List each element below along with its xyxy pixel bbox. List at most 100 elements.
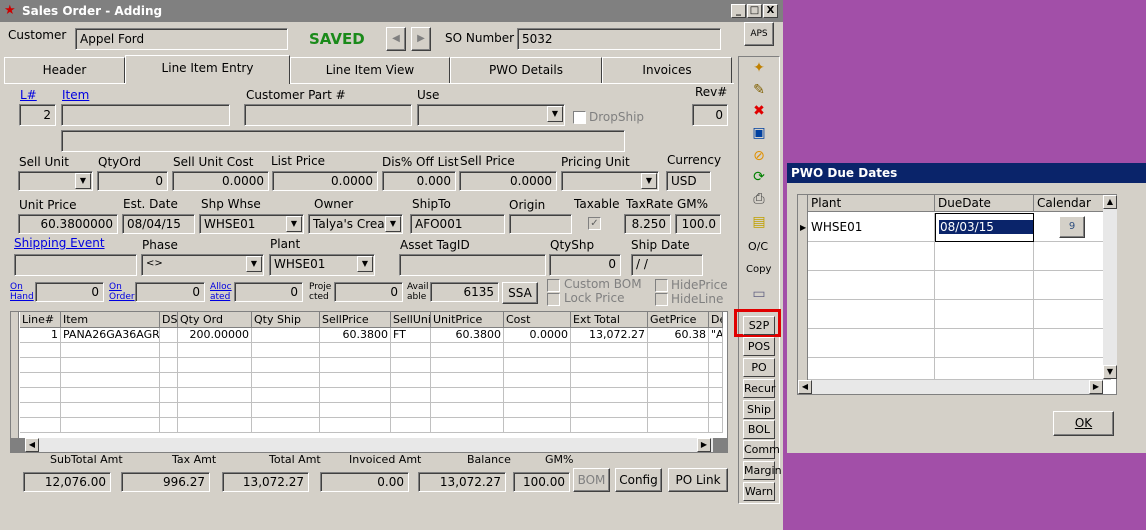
taxrate-field[interactable]: 8.250 — [624, 214, 671, 234]
empty-cell[interactable] — [709, 388, 723, 403]
origin-field[interactable] — [509, 214, 572, 234]
empty-cell[interactable] — [61, 388, 160, 403]
empty-cell[interactable] — [320, 403, 391, 418]
cell-desc[interactable]: "A — [709, 328, 723, 343]
column-header-ext-total[interactable]: Ext Total — [571, 312, 648, 328]
scrollbar-track[interactable] — [49, 438, 699, 452]
chevron-down-icon[interactable]: ▼ — [286, 216, 302, 232]
empty-cell[interactable] — [648, 403, 709, 418]
asset-tag-field[interactable] — [399, 254, 546, 276]
column-header-line-number[interactable]: Line# — [20, 312, 61, 328]
line-number-link[interactable]: L# — [20, 88, 37, 102]
unit-price-field[interactable]: 60.3800000 — [18, 214, 118, 234]
cell-get-price[interactable]: 60.38 — [648, 328, 709, 343]
empty-cell[interactable] — [709, 403, 723, 418]
tax-amt-field[interactable]: 996.27 — [121, 472, 210, 492]
po-link-button[interactable]: PO Link — [668, 468, 728, 492]
empty-cell[interactable] — [571, 418, 648, 433]
hide-price-checkbox[interactable] — [655, 279, 668, 292]
cell-ext-total[interactable]: 13,072.27 — [571, 328, 648, 343]
empty-cell[interactable] — [160, 403, 178, 418]
vertical-scrollbar-track[interactable] — [1103, 209, 1117, 365]
item-link[interactable]: Item — [62, 88, 89, 102]
edit-icon[interactable]: ✎ — [748, 80, 770, 100]
new-record-icon[interactable]: ✦ — [748, 58, 770, 78]
empty-cell[interactable] — [20, 343, 61, 358]
chevron-down-icon[interactable]: ▼ — [385, 216, 401, 232]
custom-bom-checkbox[interactable] — [547, 279, 560, 292]
empty-cell[interactable] — [178, 343, 252, 358]
empty-cell[interactable] — [391, 403, 431, 418]
oc-button[interactable]: O/C — [748, 240, 768, 253]
horizontal-scrollbar-track[interactable] — [812, 380, 1093, 394]
dropship-checkbox[interactable] — [573, 111, 586, 124]
empty-cell[interactable] — [709, 358, 723, 373]
ship-button[interactable]: Ship — [743, 400, 775, 419]
invoiced-amt-field[interactable]: 0.00 — [320, 472, 409, 492]
currency-field[interactable]: USD — [666, 171, 711, 191]
tab-line-item-view[interactable]: Line Item View — [290, 57, 450, 83]
sell-unit-select[interactable]: ▼ — [18, 171, 93, 191]
empty-cell[interactable] — [20, 358, 61, 373]
close-button[interactable]: X — [763, 4, 778, 18]
prev-record-button[interactable]: ◀ — [386, 27, 406, 51]
scroll-left-icon[interactable]: ◀ — [798, 380, 812, 394]
empty-cell[interactable] — [160, 343, 178, 358]
column-header-desc[interactable]: De — [709, 312, 723, 328]
refresh-icon[interactable]: ⟳ — [748, 167, 770, 187]
empty-cell[interactable] — [391, 418, 431, 433]
tab-invoices[interactable]: Invoices — [602, 57, 732, 83]
margin-button[interactable]: Margin — [743, 461, 782, 480]
cell-sell-price[interactable]: 60.3800 — [320, 328, 391, 343]
empty-cell[interactable] — [431, 388, 504, 403]
shipto-field[interactable]: AFO001 — [410, 214, 505, 234]
on-order-link[interactable]: On Order — [109, 282, 135, 302]
allocated-field[interactable]: 0 — [234, 282, 303, 302]
cell-cost[interactable]: 0.0000 — [504, 328, 571, 343]
qtyshp-field[interactable]: 0 — [549, 254, 621, 276]
empty-cell[interactable] — [160, 373, 178, 388]
list-price-field[interactable]: 0.0000 — [272, 171, 378, 191]
empty-cell[interactable] — [252, 388, 320, 403]
item-field[interactable] — [61, 104, 230, 126]
empty-cell[interactable] — [178, 388, 252, 403]
available-field[interactable]: 6135 — [430, 282, 499, 302]
empty-cell[interactable] — [391, 358, 431, 373]
config-button[interactable]: Config — [615, 468, 662, 492]
empty-cell[interactable] — [61, 373, 160, 388]
empty-cell[interactable] — [178, 373, 252, 388]
on-hand-link[interactable]: On Hand — [10, 282, 34, 302]
empty-cell[interactable] — [648, 373, 709, 388]
empty-cell[interactable] — [648, 418, 709, 433]
screen-icon[interactable]: ▭ — [748, 284, 770, 304]
empty-cell[interactable] — [504, 343, 571, 358]
next-record-button[interactable]: ▶ — [411, 27, 431, 51]
empty-cell[interactable] — [504, 388, 571, 403]
empty-cell[interactable] — [160, 418, 178, 433]
empty-cell[interactable] — [61, 418, 160, 433]
tab-line-item-entry[interactable]: Line Item Entry — [125, 55, 290, 84]
minimize-button[interactable]: _ — [731, 4, 746, 18]
empty-cell[interactable] — [320, 418, 391, 433]
empty-cell[interactable] — [20, 403, 61, 418]
empty-cell[interactable] — [391, 343, 431, 358]
dis-off-list-field[interactable]: 0.000 — [382, 171, 456, 191]
chevron-down-icon[interactable]: ▼ — [357, 256, 373, 272]
line-items-grid[interactable]: Line# Item DS Qty Ord Qty Ship SellPrice SellU… — [10, 311, 728, 453]
empty-cell[interactable] — [252, 373, 320, 388]
empty-cell[interactable] — [61, 343, 160, 358]
empty-cell[interactable] — [252, 358, 320, 373]
empty-cell[interactable] — [571, 388, 648, 403]
use-select[interactable]: ▼ — [417, 104, 565, 126]
empty-cell[interactable] — [709, 343, 723, 358]
ship-date-field[interactable]: / / — [631, 254, 703, 276]
empty-cell[interactable] — [571, 373, 648, 388]
empty-cell[interactable] — [20, 373, 61, 388]
due-row-calendar[interactable]: 9 — [1034, 213, 1111, 242]
save-icon[interactable]: ▣ — [748, 123, 770, 143]
subtotal-field[interactable]: 12,076.00 — [23, 472, 111, 492]
line-number-field[interactable]: 2 — [19, 104, 56, 126]
empty-cell[interactable] — [571, 403, 648, 418]
chevron-down-icon[interactable]: ▼ — [547, 106, 563, 122]
column-header-qty-ord[interactable]: Qty Ord — [178, 312, 252, 328]
